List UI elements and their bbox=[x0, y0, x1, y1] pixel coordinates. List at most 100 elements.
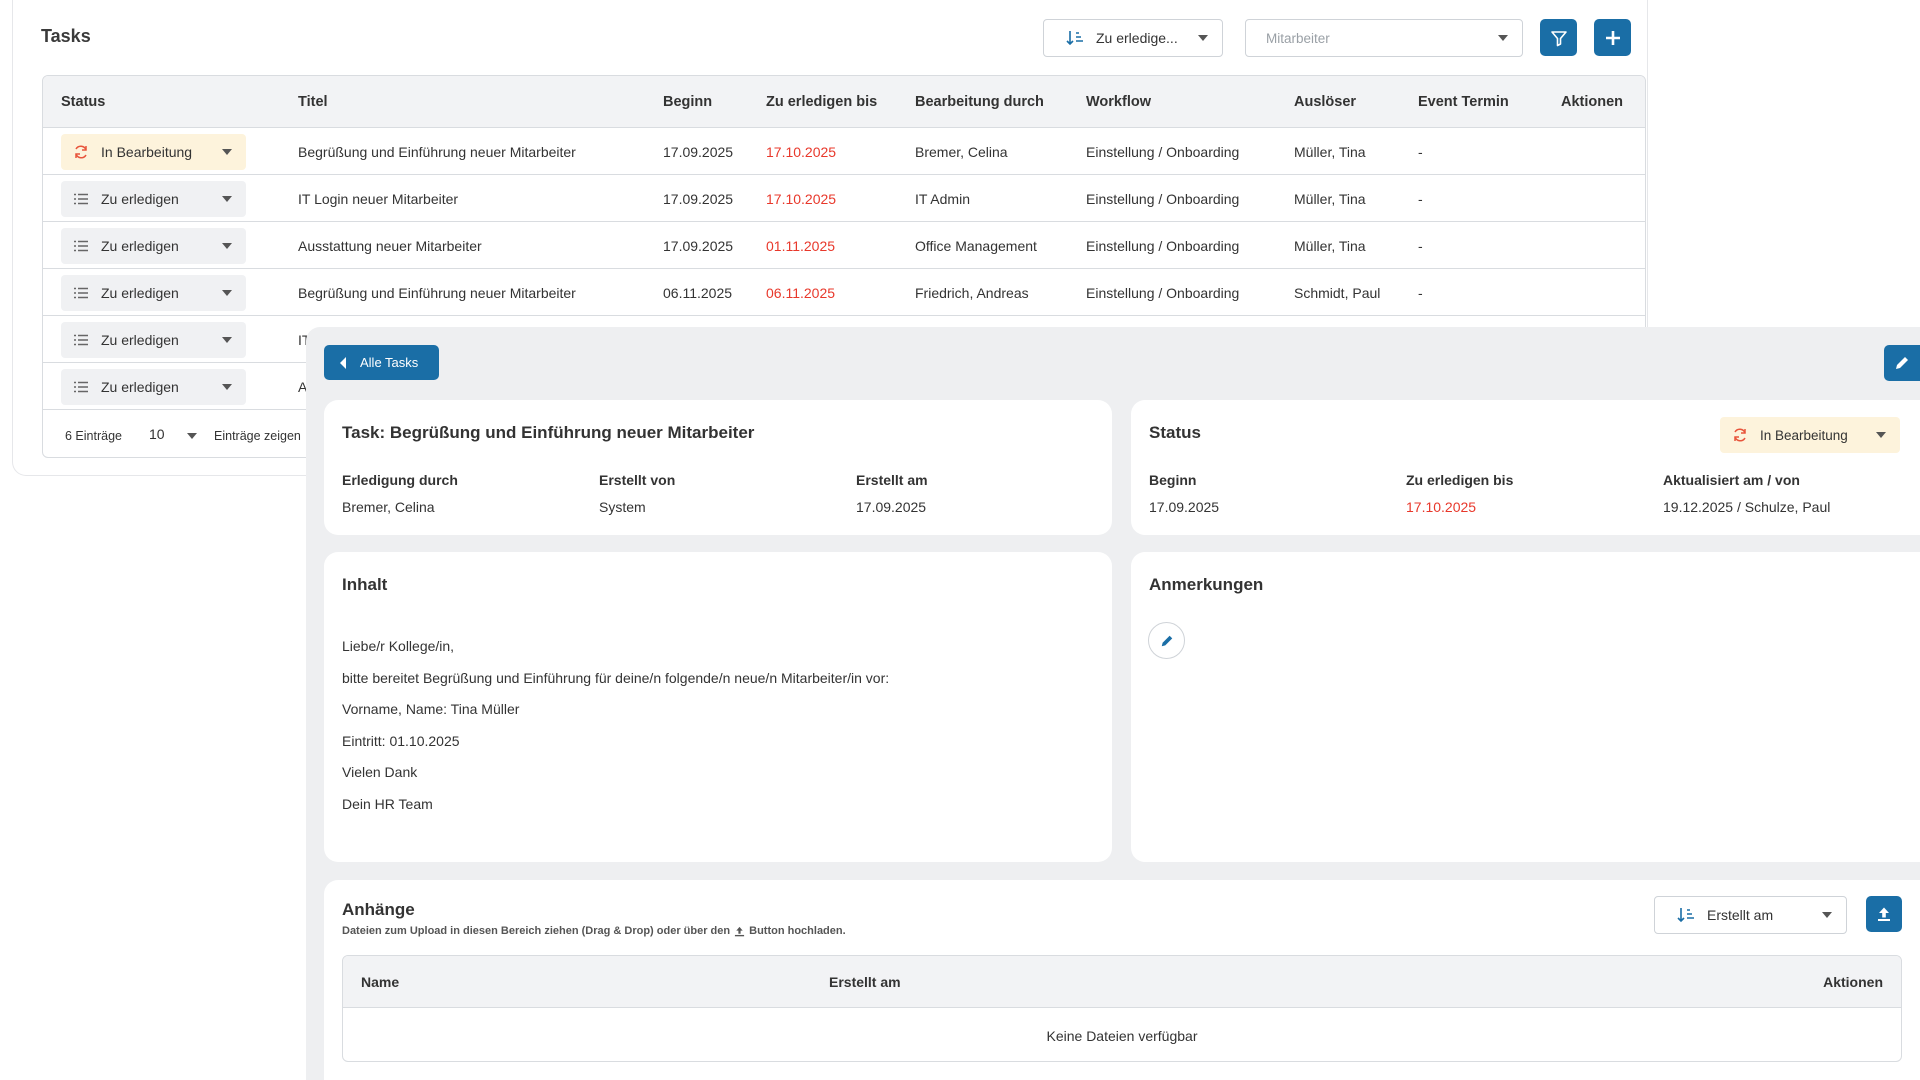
list-icon bbox=[74, 334, 88, 346]
employee-select-placeholder: Mitarbeiter bbox=[1266, 30, 1330, 46]
column-header-trigger[interactable]: Auslöser bbox=[1294, 94, 1356, 110]
back-to-all-tasks-button[interactable]: Alle Tasks bbox=[324, 345, 439, 380]
filter-icon bbox=[1550, 30, 1567, 46]
status-heading: Status bbox=[1149, 423, 1201, 442]
column-header-event[interactable]: Event Termin bbox=[1418, 94, 1509, 110]
due-date: 17.10.2025 bbox=[766, 191, 837, 207]
task-title[interactable]: Begrüßung und Einführung neuer Mitarbeit… bbox=[298, 144, 576, 160]
chevron-down-icon bbox=[222, 290, 232, 296]
content-line: bitte bereitet Begrüßung und Einführung … bbox=[342, 670, 890, 686]
upload-hint-text-end: Button hochladen. bbox=[749, 925, 846, 937]
attachments-sort-dropdown[interactable]: Erstellt am bbox=[1654, 896, 1847, 934]
add-task-button[interactable] bbox=[1594, 19, 1631, 56]
task-title[interactable]: IT Login neuer Mitarbeiter bbox=[298, 191, 458, 207]
trigger: Müller, Tina bbox=[1294, 191, 1366, 207]
page-title: Tasks bbox=[41, 26, 91, 46]
column-header-status[interactable]: Status bbox=[61, 94, 105, 110]
field-label: Beginn bbox=[1149, 472, 1197, 488]
sort-dropdown-label: Zu erledige... bbox=[1096, 30, 1178, 46]
upload-hint-text: Dateien zum Upload in diesen Bereich zie… bbox=[342, 925, 731, 937]
begin-date: 17.09.2025 bbox=[663, 144, 734, 160]
task-info-card: Task: Begrüßung und Einführung neuer Mit… bbox=[324, 400, 1112, 535]
upload-button[interactable] bbox=[1866, 896, 1902, 932]
upload-icon bbox=[735, 926, 745, 936]
status-card: Status In Bearbeitung Beginn 17.09.2025 … bbox=[1131, 400, 1920, 535]
column-header-name[interactable]: Name bbox=[361, 974, 399, 990]
edit-notes-button[interactable] bbox=[1148, 622, 1185, 659]
plus-icon bbox=[1605, 30, 1620, 45]
assignee: Office Management bbox=[915, 238, 1037, 254]
content-line: Eintritt: 01.10.2025 bbox=[342, 733, 460, 749]
table-row[interactable]: Zu erledigen IT Login neuer Mitarbeiter … bbox=[43, 175, 1645, 222]
task-title[interactable]: Ausstattung neuer Mitarbeiter bbox=[298, 238, 482, 254]
status-label: In Bearbeitung bbox=[101, 144, 193, 160]
column-header-actions: Aktionen bbox=[1561, 94, 1624, 110]
attachments-heading: Anhänge bbox=[342, 900, 415, 919]
assignee: Friedrich, Andreas bbox=[915, 285, 1029, 301]
sort-icon bbox=[1066, 30, 1084, 46]
refresh-icon bbox=[75, 145, 87, 159]
column-header-begin[interactable]: Beginn bbox=[663, 94, 712, 110]
status-dropdown[interactable]: Zu erledigen bbox=[61, 369, 246, 405]
chevron-down-icon bbox=[1822, 912, 1832, 918]
sort-dropdown[interactable]: Zu erledige... bbox=[1043, 19, 1223, 57]
status-dropdown[interactable]: Zu erledigen bbox=[61, 322, 246, 358]
workflow: Einstellung / Onboarding bbox=[1086, 191, 1240, 207]
task-title-heading: Task: Begrüßung und Einführung neuer Mit… bbox=[342, 423, 755, 442]
filter-button[interactable] bbox=[1540, 19, 1577, 56]
column-header-actions: Aktionen bbox=[1823, 974, 1883, 990]
empty-state-message: Keine Dateien verfügbar bbox=[1046, 1027, 1198, 1044]
chevron-left-icon bbox=[340, 356, 346, 369]
chevron-down-icon bbox=[222, 384, 232, 390]
field-label: Erstellt von bbox=[599, 472, 676, 488]
back-button-label: Alle Tasks bbox=[360, 355, 419, 370]
table-row[interactable]: In Bearbeitung Begrüßung und Einführung … bbox=[43, 128, 1645, 175]
status-dropdown[interactable]: In Bearbeitung bbox=[61, 134, 246, 170]
begin-date: 06.11.2025 bbox=[663, 285, 733, 301]
field-label: Zu erledigen bis bbox=[1406, 472, 1514, 488]
chevron-down-icon bbox=[222, 149, 232, 155]
status-label: Zu erledigen bbox=[101, 379, 179, 395]
trigger: Müller, Tina bbox=[1294, 238, 1366, 254]
begin-date: 17.09.2025 bbox=[663, 191, 734, 207]
chevron-down-icon bbox=[222, 196, 232, 202]
column-header-created[interactable]: Erstellt am bbox=[829, 974, 901, 990]
employee-select[interactable]: Mitarbeiter bbox=[1245, 19, 1523, 57]
column-header-due[interactable]: Zu erledigen bis bbox=[766, 94, 877, 110]
workflow: Einstellung / Onboarding bbox=[1086, 144, 1240, 160]
table-row[interactable]: Zu erledigen Begrüßung und Einführung ne… bbox=[43, 269, 1645, 316]
page-size-select[interactable]: 10 bbox=[149, 426, 205, 448]
field-label: Aktualisiert am / von bbox=[1663, 472, 1800, 488]
event-date: - bbox=[1418, 238, 1423, 254]
due-date: 06.11.2025 bbox=[766, 285, 836, 301]
status-label: Zu erledigen bbox=[101, 191, 179, 207]
status-dropdown[interactable]: Zu erledigen bbox=[61, 228, 246, 264]
status-label: Zu erledigen bbox=[101, 238, 179, 254]
task-detail-panel: Alle Tasks Task: Begrüßung und Einführun… bbox=[306, 327, 1920, 1080]
status-dropdown[interactable]: In Bearbeitung bbox=[1720, 417, 1900, 453]
event-date: - bbox=[1418, 285, 1423, 301]
begin-date: 17.09.2025 bbox=[663, 238, 734, 254]
edit-task-button[interactable] bbox=[1884, 345, 1920, 381]
task-title[interactable]: Begrüßung und Einführung neuer Mitarbeit… bbox=[298, 285, 576, 301]
pencil-icon bbox=[1161, 635, 1172, 646]
column-header-title[interactable]: Titel bbox=[298, 94, 328, 110]
table-row[interactable]: Zu erledigen Ausstattung neuer Mitarbeit… bbox=[43, 222, 1645, 269]
column-header-assignee[interactable]: Bearbeitung durch bbox=[915, 94, 1044, 110]
content-line: Vorname, Name: Tina Müller bbox=[342, 701, 520, 717]
list-icon bbox=[74, 193, 88, 205]
page-size-value: 10 bbox=[149, 426, 165, 442]
notes-heading: Anmerkungen bbox=[1149, 575, 1264, 594]
status-dropdown[interactable]: Zu erledigen bbox=[61, 275, 246, 311]
trigger: Müller, Tina bbox=[1294, 144, 1366, 160]
upload-icon bbox=[1878, 907, 1890, 921]
workflow: Einstellung / Onboarding bbox=[1086, 285, 1240, 301]
field-value: Bremer, Celina bbox=[342, 499, 435, 515]
status-dropdown[interactable]: Zu erledigen bbox=[61, 181, 246, 217]
field-value: System bbox=[599, 499, 646, 515]
status-label: In Bearbeitung bbox=[1760, 427, 1848, 443]
chevron-down-icon bbox=[187, 433, 197, 439]
status-label: Zu erledigen bbox=[101, 285, 179, 301]
pencil-icon bbox=[1896, 357, 1908, 369]
column-header-workflow[interactable]: Workflow bbox=[1086, 94, 1151, 110]
